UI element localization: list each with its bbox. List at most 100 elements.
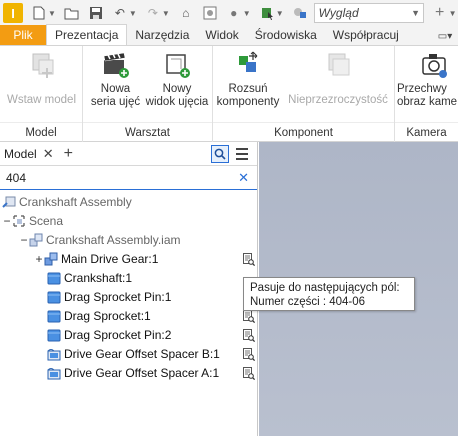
panel-title: Warsztat xyxy=(83,122,212,142)
panel-title: Kamera xyxy=(395,122,458,142)
ribbon-options-icon[interactable]: ▭▾ xyxy=(432,27,458,45)
home-icon[interactable]: ⌂ xyxy=(178,5,194,21)
storyboard-icon xyxy=(101,50,131,80)
tree-node-crankshaft[interactable]: Crankshaft:1 xyxy=(47,268,132,287)
label-line: obraz kame xyxy=(397,96,458,108)
color-icon[interactable]: ● xyxy=(226,5,242,21)
tab-environments[interactable]: Środowiska xyxy=(247,25,325,45)
search-match-icon[interactable] xyxy=(243,329,256,343)
search-match-icon[interactable] xyxy=(243,348,256,362)
tab-label: Współpracuj xyxy=(332,28,399,42)
browser-header: Model ✕ + xyxy=(0,142,257,166)
search-icon[interactable] xyxy=(211,144,229,163)
scene-icon xyxy=(12,214,26,228)
tab-collaborate[interactable]: Współpracuj xyxy=(325,25,407,45)
select-icon[interactable] xyxy=(259,5,275,21)
undo-icon[interactable]: ↶ xyxy=(112,5,128,21)
open-folder-icon[interactable] xyxy=(64,5,80,21)
search-match-icon[interactable] xyxy=(243,253,256,267)
close-icon[interactable]: ✕ xyxy=(43,146,54,162)
chevron-down-icon[interactable]: ▼ xyxy=(129,9,137,18)
chevron-down-icon[interactable]: ▼ xyxy=(48,9,56,18)
plus-icon[interactable]: + xyxy=(64,145,73,163)
appearance-dropdown[interactable]: Wygląd ▼ xyxy=(313,3,424,23)
collapse-icon[interactable]: − xyxy=(2,214,12,228)
search-match-icon[interactable] xyxy=(243,310,256,324)
tree-node-root[interactable]: Crankshaft Assembly xyxy=(2,192,132,211)
chevron-down-icon[interactable]: ▼ xyxy=(162,9,170,18)
tree-node-label: Drag Sprocket:1 xyxy=(64,308,151,323)
assembly-icon xyxy=(29,233,43,247)
tooltip-line: Pasuje do następujących pól: xyxy=(250,282,400,294)
tree-node-assembly-file[interactable]: − Crankshaft Assembly.iam xyxy=(19,230,181,249)
tree-node-scene[interactable]: − Scena xyxy=(2,211,63,230)
hamburger-menu-icon[interactable] xyxy=(231,145,253,163)
chevron-down-icon: ▼ xyxy=(411,8,421,18)
chevron-down-icon[interactable]: ▼ xyxy=(243,9,251,18)
clear-search-icon[interactable]: ✕ xyxy=(238,170,249,186)
search-match-icon[interactable] xyxy=(243,367,256,381)
tree-node-label: Main Drive Gear:1 xyxy=(61,251,159,266)
label-line: Rozsuń xyxy=(228,83,268,95)
browser-title[interactable]: Model xyxy=(4,147,37,161)
new-file-icon[interactable] xyxy=(31,5,47,21)
insert-model-button[interactable]: Wstaw model xyxy=(4,50,79,107)
tab-label: Środowiska xyxy=(254,28,317,42)
tweak-components-button[interactable]: Rozsuń komponenty xyxy=(217,50,279,109)
subassembly-icon xyxy=(44,252,58,266)
new-snapshot-label: Nowy widok ujęcia xyxy=(146,83,209,109)
tree-node-label: Crankshaft Assembly.iam xyxy=(46,232,181,247)
tab-tools[interactable]: Narzędzia xyxy=(127,25,197,45)
chevron-down-icon[interactable]: ▼ xyxy=(449,9,457,18)
label-line: Nowa xyxy=(100,83,131,95)
app-letter: I xyxy=(11,5,15,21)
new-storyboard-label: Nowa seria ujęć xyxy=(91,83,140,109)
model-browser: Model ✕ + ✕ Crankshaft Assembly − Scena xyxy=(0,142,258,436)
tab-file[interactable]: Plik xyxy=(0,25,46,45)
panel-title: Komponent xyxy=(213,122,394,142)
tree-node-label: Drag Sprocket Pin:2 xyxy=(64,327,172,342)
capture-camera-button[interactable]: Przechwy obraz kame xyxy=(397,50,458,109)
capture-camera-label: Przechwy obraz kame xyxy=(397,83,457,109)
part-icon xyxy=(47,271,61,285)
opacity-label: Nieprzezroczystość xyxy=(288,94,388,106)
tree-node-label: Drag Sprocket Pin:1 xyxy=(64,289,172,304)
app-menu-button[interactable]: I xyxy=(3,3,23,23)
opacity-button[interactable]: Nieprzezroczystość xyxy=(285,50,391,107)
collapse-icon[interactable]: − xyxy=(19,233,29,247)
browser-search-input[interactable] xyxy=(6,170,226,185)
plus-icon[interactable]: + xyxy=(432,4,448,21)
panel-camera: Przechwy obraz kame Kamera xyxy=(395,46,458,142)
expand-icon[interactable]: + xyxy=(34,252,44,266)
label-line: komponenty xyxy=(216,96,280,108)
tree-node-drag-sprocket-1[interactable]: Drag Sprocket:1 xyxy=(47,306,151,325)
insert-model-icon xyxy=(27,50,57,80)
opacity-icon xyxy=(323,50,353,80)
new-storyboard-button[interactable]: Nowa seria ujęć xyxy=(88,50,143,109)
tree-node-main-drive-gear[interactable]: + Main Drive Gear:1 xyxy=(34,249,158,268)
material-icon xyxy=(292,5,308,21)
redo-icon[interactable]: ↷ xyxy=(145,5,161,21)
chevron-down-icon[interactable]: ▼ xyxy=(276,9,284,18)
update-icon[interactable] xyxy=(202,5,218,21)
tree-node-drag-sprocket-pin-1[interactable]: Drag Sprocket Pin:1 xyxy=(47,287,171,306)
insert-model-label: Wstaw model xyxy=(6,94,77,106)
appearance-value: Wygląd xyxy=(318,6,359,20)
panel-model: Wstaw model Model xyxy=(0,46,83,142)
tab-presentation[interactable]: Prezentacja xyxy=(46,24,128,45)
tab-label: Narzędzia xyxy=(135,28,190,42)
tab-label: Prezentacja xyxy=(55,28,119,42)
tree-node-drag-sprocket-pin-2[interactable]: Drag Sprocket Pin:2 xyxy=(47,325,171,344)
label-line: widok ujęcia xyxy=(145,96,209,108)
new-snapshot-button[interactable]: Nowy widok ujęcia xyxy=(143,50,211,109)
quick-access-toolbar: I ▼ ↶ ▼ ↷ ▼ ⌂ ● ▼ ▼ Wygląd ▼ + ▼ xyxy=(0,0,458,26)
tab-view[interactable]: Widok xyxy=(197,25,246,45)
ribbon-tabs: Plik Prezentacja Narzędzia Widok Środowi… xyxy=(0,24,458,46)
tooltip-line: Numer części : 404-06 xyxy=(250,296,366,308)
panel-component: Rozsuń komponenty Nieprzezroczystość Komp… xyxy=(213,46,395,142)
label-line: Nowy xyxy=(162,83,192,95)
tree-node-spacer-a[interactable]: Drive Gear Offset Spacer A:1 xyxy=(47,363,219,382)
tree-node-spacer-b[interactable]: Drive Gear Offset Spacer B:1 xyxy=(47,344,220,363)
label-line: seria ujęć xyxy=(90,96,141,108)
save-icon[interactable] xyxy=(88,5,104,21)
